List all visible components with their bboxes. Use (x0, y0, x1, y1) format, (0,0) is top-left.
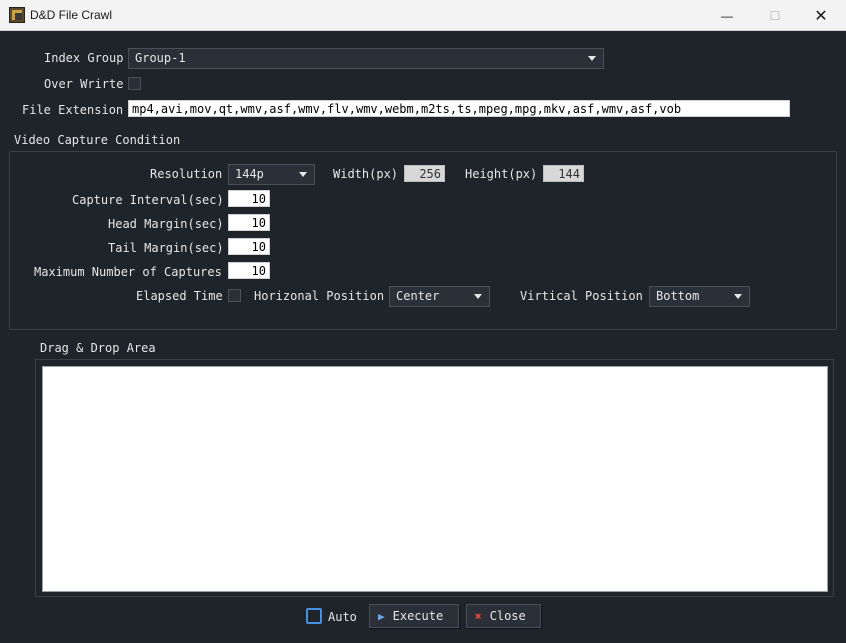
index-group-label: Index Group (44, 51, 124, 65)
file-extension-input[interactable]: mp4,avi,mov,qt,wmv,asf,wmv,flv,wmv,webm,… (128, 100, 790, 117)
close-icon: ✖ (475, 609, 482, 623)
close-button[interactable]: ✖ Close (466, 604, 541, 628)
index-group-value: Group-1 (135, 51, 186, 65)
vertical-position-label: Virtical Position (520, 289, 643, 303)
capture-interval-input[interactable]: 10 (228, 190, 270, 207)
minimize-button[interactable]: — (704, 0, 750, 31)
drag-drop-area[interactable] (42, 366, 828, 592)
close-window-button[interactable]: ✕ (798, 0, 844, 31)
height-label: Height(px) (465, 167, 538, 181)
capture-interval-label: Capture Interval(sec) (72, 193, 224, 207)
width-field: 256 (404, 165, 445, 182)
index-group-dropdown[interactable]: Group-1 (128, 48, 604, 69)
auto-checkbox[interactable] (306, 608, 322, 624)
app-icon (9, 7, 25, 23)
max-captures-label: Maximum Number of Captures (34, 265, 222, 279)
resolution-label: Resolution (150, 167, 223, 181)
maximize-button[interactable]: ☐ (752, 0, 798, 31)
resolution-value: 144p (235, 167, 264, 181)
chevron-down-icon (734, 294, 742, 299)
height-field: 144 (543, 165, 584, 182)
file-extension-label: File Extension (22, 103, 124, 117)
horizontal-position-value: Center (396, 289, 440, 303)
vertical-position-value: Bottom (656, 289, 700, 303)
tail-margin-label: Tail Margin(sec) (108, 241, 224, 255)
vertical-position-dropdown[interactable]: Bottom (649, 286, 750, 307)
drag-drop-label: Drag & Drop Area (40, 341, 156, 355)
horizontal-position-label: Horizonal Position (254, 289, 385, 303)
close-label: Close (489, 609, 526, 623)
auto-label: Auto (328, 610, 357, 624)
overwrite-checkbox[interactable] (128, 77, 141, 90)
head-margin-input[interactable]: 10 (228, 214, 270, 231)
chevron-down-icon (588, 56, 596, 61)
window-title: D&D File Crawl (30, 8, 113, 22)
resolution-dropdown[interactable]: 144p (228, 164, 315, 185)
max-captures-input[interactable]: 10 (228, 262, 270, 279)
title-bar: D&D File Crawl — ☐ ✕ (0, 0, 846, 31)
elapsed-time-label: Elapsed Time (136, 289, 223, 303)
horizontal-position-dropdown[interactable]: Center (389, 286, 490, 307)
head-margin-label: Head Margin(sec) (108, 217, 224, 231)
play-icon: ▶ (378, 609, 385, 623)
width-label: Width(px) (333, 167, 399, 181)
overwrite-label: Over Wrirte (44, 77, 124, 91)
execute-button[interactable]: ▶ Execute (369, 604, 459, 628)
chevron-down-icon (299, 172, 307, 177)
video-capture-section-title: Video Capture Condition (14, 133, 181, 147)
execute-label: Execute (392, 609, 444, 623)
tail-margin-input[interactable]: 10 (228, 238, 270, 255)
chevron-down-icon (474, 294, 482, 299)
elapsed-time-checkbox[interactable] (228, 289, 241, 302)
